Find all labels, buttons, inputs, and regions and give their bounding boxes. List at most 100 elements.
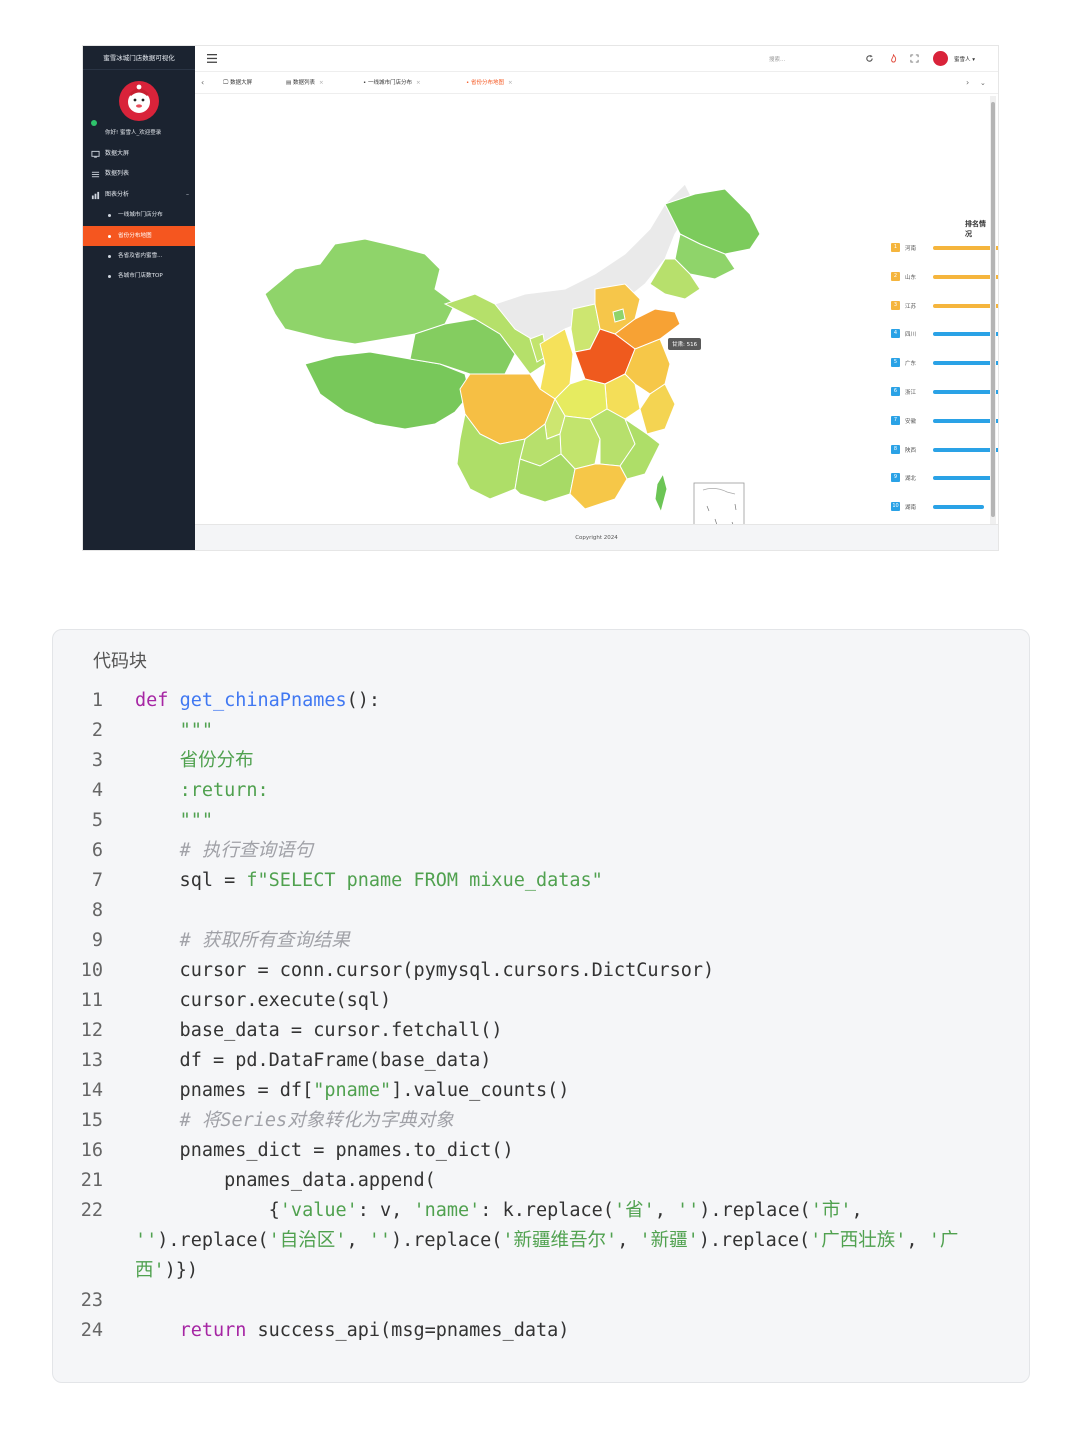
- code-token: success_api(msg=pnames_data): [246, 1320, 570, 1341]
- map-content: 甘肃: 516 低 高 排名情况 1河南2山东3江苏4四川5广东6浙江7安徽8陕…: [195, 94, 998, 550]
- online-status-dot: [91, 120, 97, 126]
- code-token: get_chinaPnames: [179, 690, 347, 711]
- tab-data-list[interactable]: ▤ 数据列表 ×: [286, 72, 324, 94]
- code-line: 11 cursor.execute(sql): [53, 986, 1029, 1016]
- line-number: 22: [80, 1200, 103, 1221]
- map-region-xinjiang[interactable]: [264, 238, 456, 345]
- code-text: return success_api(msg=pnames_data): [135, 1316, 1029, 1346]
- code-token: 'name': [413, 1200, 481, 1221]
- tab-province-map[interactable]: • 省份分布地图 ×: [466, 72, 513, 94]
- line-number: 13: [80, 1050, 103, 1071]
- rank-bar: [933, 418, 998, 423]
- sidebar-subitem-province-stores[interactable]: 各省及省内蜜雪...: [83, 246, 195, 266]
- rank-number: 4: [891, 329, 900, 339]
- code-text: pnames = df["pname"].value_counts(): [135, 1076, 1029, 1106]
- code-line: 24 return success_api(msg=pnames_data): [53, 1316, 1029, 1346]
- code-line: 7 sql = f"SELECT pname FROM mixue_datas": [53, 866, 1029, 896]
- rank-number: 8: [891, 444, 900, 454]
- code-token: ).replace(: [157, 1230, 269, 1251]
- rank-bar: [933, 390, 998, 394]
- map-region-guangdong[interactable]: [569, 463, 628, 510]
- code-token: def: [135, 690, 180, 711]
- sidebar-title: 蜜雪冰城门店数据可视化: [83, 46, 195, 70]
- hamburger-menu-icon[interactable]: [207, 54, 217, 63]
- code-block: 代码块 1 def get_chinaPnames(): 2 """ 3 省份分布 4 …: [52, 629, 1030, 1383]
- code-line: 22 {'value': v, 'name': k.replace('省', '…: [53, 1196, 1029, 1286]
- rank-number: 10: [891, 502, 900, 512]
- tab-dashboard[interactable]: 🖵 数据大屏: [223, 72, 252, 94]
- user-menu[interactable]: 蜜雪人 ▾: [954, 55, 975, 63]
- rank-number: 1: [891, 243, 900, 252]
- code-text: base_data = cursor.fetchall(): [135, 1016, 1029, 1046]
- line-number: 6: [91, 840, 103, 861]
- app-screenshot: 蜜雪冰城门店数据可视化 你好! 蜜雪人_欢迎登录 数据大屏 数据列表 图表分析 …: [83, 46, 998, 550]
- rank-bar: [933, 476, 995, 481]
- sidebar-subitem-label: 一线城市门店分布: [118, 212, 163, 219]
- code-token: '市': [810, 1200, 852, 1221]
- map-region-zhejiang[interactable]: [639, 383, 676, 435]
- code-text: """: [135, 806, 1029, 836]
- rank-bar: [933, 332, 998, 337]
- map-region-taiwan[interactable]: [654, 472, 668, 514]
- scrollbar[interactable]: [990, 96, 996, 526]
- refresh-icon[interactable]: [865, 54, 874, 63]
- close-tab-icon[interactable]: ×: [319, 80, 324, 86]
- code-token: '新疆维吾尔': [502, 1230, 618, 1251]
- sidebar-item-chart-analysis[interactable]: 图表分析 –: [83, 185, 195, 205]
- user-avatar[interactable]: [933, 51, 948, 66]
- code-token: '': [368, 1230, 392, 1251]
- code-text: sql = f"SELECT pname FROM mixue_datas": [135, 866, 1029, 896]
- code-text: # 执行查询语句: [135, 836, 1029, 866]
- rank-number: 6: [891, 387, 900, 396]
- code-line: 1 def get_chinaPnames():: [53, 686, 1029, 716]
- line-number: 11: [80, 990, 103, 1011]
- code-token: : v,: [357, 1200, 414, 1221]
- tab-label: 一线城市门店分布: [368, 80, 413, 86]
- sidebar-item-data-list[interactable]: 数据列表: [83, 164, 195, 184]
- code-text: :return:: [135, 776, 1029, 806]
- rank-bar: [933, 361, 998, 366]
- sidebar-subitem-province-map[interactable]: 省份分布地图: [83, 225, 195, 246]
- code-token: :return:: [179, 780, 269, 801]
- code-line: 14 pnames = df["pname"].value_counts(): [53, 1076, 1029, 1106]
- list-icon: [91, 172, 100, 178]
- code-line: 10 cursor = conn.cursor(pymysql.cursors.…: [53, 956, 1029, 986]
- tab-label: 省份分布地图: [471, 80, 505, 86]
- code-token: pnames = df[: [135, 1080, 314, 1101]
- map-region-beijing[interactable]: [612, 308, 626, 323]
- line-number: 24: [80, 1320, 103, 1341]
- sidebar-subitem-label: 各省及省内蜜雪...: [118, 252, 163, 259]
- code-token: )}): [164, 1260, 199, 1281]
- tab-scroll-left-icon[interactable]: ‹: [201, 72, 204, 94]
- fire-icon[interactable]: [889, 54, 898, 63]
- fullscreen-icon[interactable]: [910, 54, 919, 63]
- search-input[interactable]: 搜索...: [769, 55, 785, 63]
- line-number: 3: [91, 750, 103, 771]
- tab-scroll-right-icon[interactable]: ›: [966, 72, 969, 94]
- sidebar-item-label: 图表分析: [105, 190, 130, 198]
- code-line: 12 base_data = cursor.fetchall(): [53, 1016, 1029, 1046]
- close-tab-icon[interactable]: ×: [508, 80, 513, 86]
- sidebar-subitem-tier1-stores[interactable]: 一线城市门店分布: [83, 205, 195, 225]
- chevron-down-icon[interactable]: ⌄: [980, 72, 986, 94]
- code-text: pnames_dict = pnames.to_dict(): [135, 1136, 1029, 1166]
- line-number: 12: [80, 1020, 103, 1041]
- code-token: cursor = conn.cursor(pymysql.cursors.Dic…: [135, 960, 715, 981]
- sidebar-item-dashboard[interactable]: 数据大屏: [83, 144, 195, 164]
- topbar: 搜索... 蜜雪人 ▾: [195, 46, 998, 72]
- scrollbar-thumb[interactable]: [991, 102, 995, 517]
- code-text: 省份分布: [135, 746, 1029, 776]
- rank-bar: [933, 274, 998, 279]
- sidebar-subitem-city-top[interactable]: 各城市门店数TOP: [83, 266, 195, 286]
- tab-tier1-stores[interactable]: • 一线城市门店分布 ×: [363, 72, 421, 94]
- code-token: ,: [851, 1200, 863, 1221]
- code-line: 13 df = pd.DataFrame(base_data): [53, 1046, 1029, 1076]
- mascot-avatar[interactable]: [119, 81, 159, 121]
- close-tab-icon[interactable]: ×: [416, 80, 421, 86]
- ranking-title: 排名情况: [965, 220, 986, 238]
